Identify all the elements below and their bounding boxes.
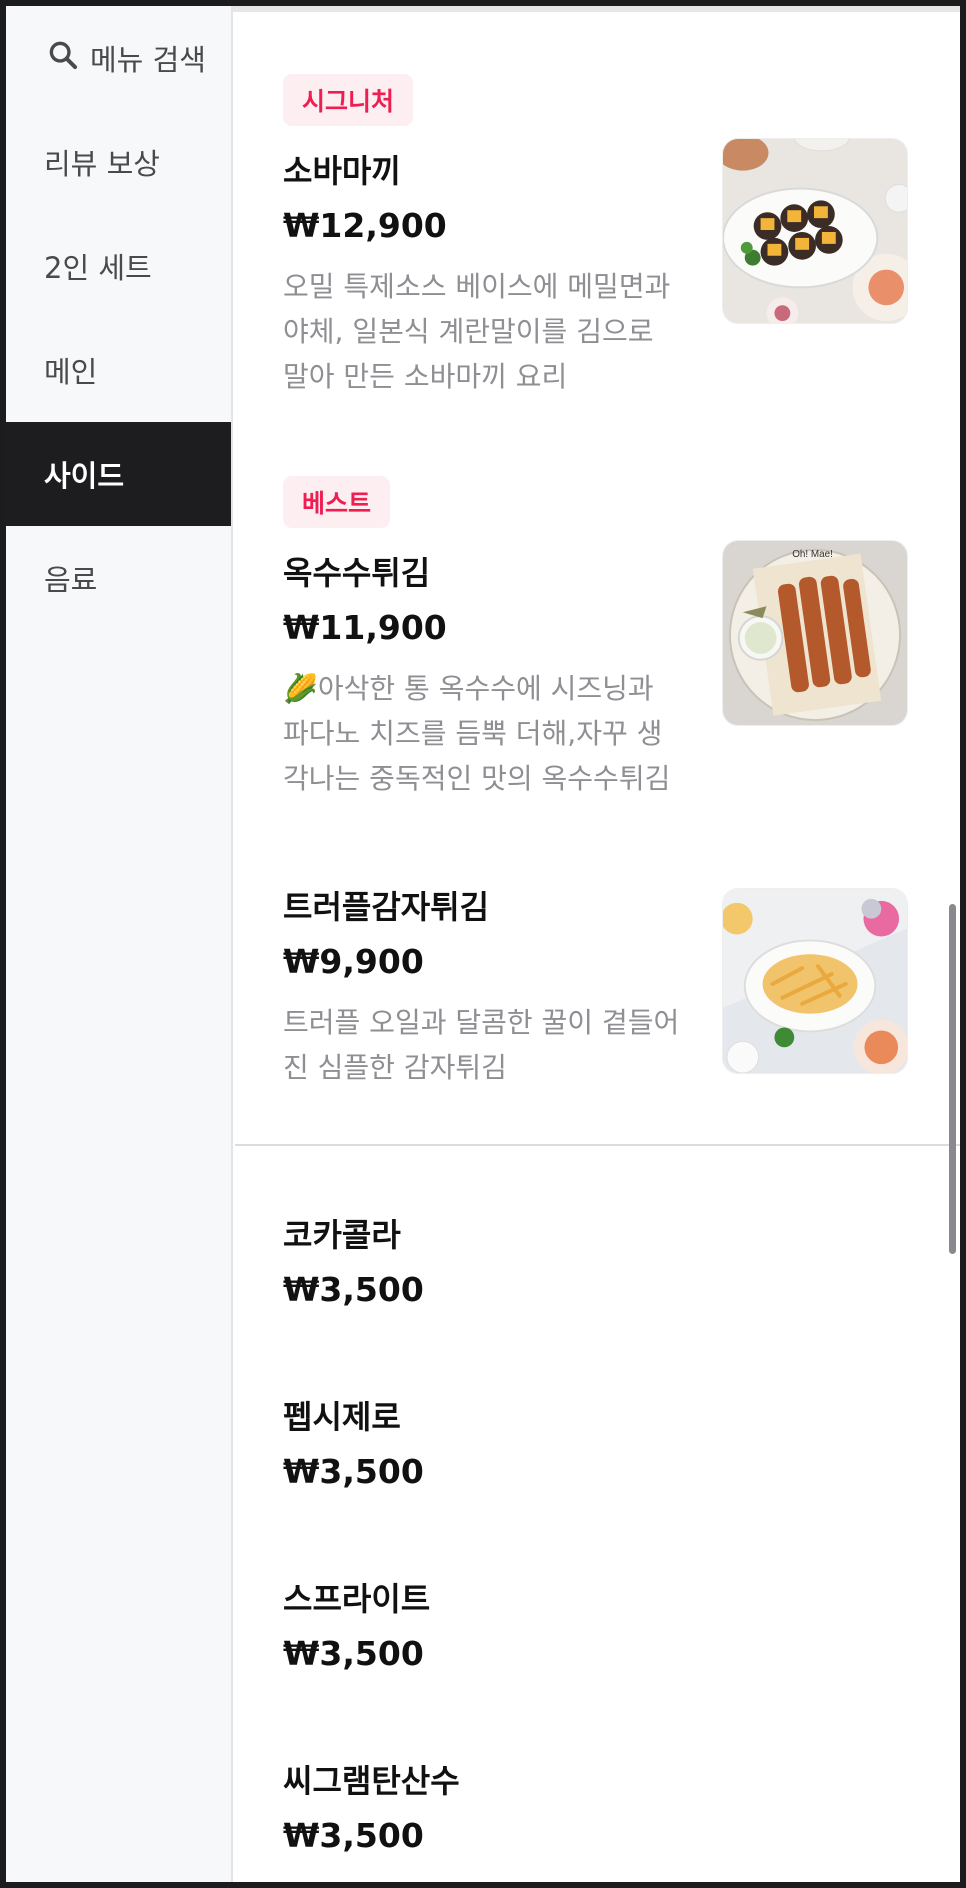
menu-item-sobamaki[interactable]: 시그니처 소바마끼 ₩12,900 오밀 특제소스 베이스에 메밀면과 야체, … [235,6,960,436]
menu-item-description: 🌽아삭한 통 옥수수에 시즈닝과 파다노 치즈를 듬뿍 더해,자꾸 생각나는 중… [283,672,671,795]
sidebar-item-label: 리뷰 보상 [44,147,160,181]
menu-item-description: 오밀 특제소스 베이스에 메밀면과 야체, 일본식 계란말이를 김으로 말아 만… [283,270,671,393]
sobamaki-photo [722,138,908,324]
search-icon [46,38,90,79]
menu-item-price: ₩12,900 [283,206,447,245]
menu-item-description: 트러플 오일과 달콤한 꿀이 곁들어진 심플한 감자튀김 [283,1006,680,1084]
sidebar-item-drinks[interactable]: 음료 [6,526,231,630]
menu-item-name: 옥수수튀김 [283,554,431,592]
section-divider [235,1144,960,1146]
scrollbar[interactable] [949,904,956,1254]
menu-item-price: ₩11,900 [283,608,447,647]
menu-item-price: ₩3,500 [283,1270,424,1309]
sidebar-item-side[interactable]: 사이드 [6,422,231,526]
menu-item-name: 트러플감자튀김 [283,888,490,926]
menu-item-coca-cola[interactable]: 코카콜라 ₩3,500 [235,1156,960,1338]
menu-item-seagram[interactable]: 씨그램탄산수 ₩3,500 [235,1702,960,1882]
menu-item-sprite[interactable]: 스프라이트 ₩3,500 [235,1520,960,1702]
truffle-fries-photo [722,888,908,1074]
menu-item-name: 펩시제로 [283,1398,401,1436]
menu-item-price: ₩3,500 [283,1816,424,1855]
app-frame: 메뉴 검색 리뷰 보상 2인 세트 메인 사이드 음료 시그니처 소바마끼 ₩1… [6,6,960,1882]
menu-item-truffle-fries[interactable]: 트러플감자튀김 ₩9,900 트러플 오일과 달콤한 꿀이 곁들어진 심플한 감… [235,836,960,1146]
sidebar-item-set-for-two[interactable]: 2인 세트 [6,214,231,318]
menu-search-button[interactable]: 메뉴 검색 [6,6,231,110]
menu-item-corn-fry[interactable]: 베스트 옥수수튀김 ₩11,900 🌽아삭한 통 옥수수에 시즈닝과 파다노 치… [235,436,960,836]
sidebar-item-label: 메인 [44,355,98,389]
best-badge: 베스트 [283,476,391,528]
menu-item-name: 소바마끼 [283,152,401,190]
svg-text:Oh! Mae!: Oh! Mae! [792,549,833,560]
menu-item-price: ₩3,500 [283,1634,424,1673]
menu-item-price: ₩9,900 [283,942,424,981]
sidebar-item-main[interactable]: 메인 [6,318,231,422]
sidebar-item-label: 사이드 [44,459,125,493]
signature-badge: 시그니처 [283,74,414,126]
menu-item-name: 씨그램탄산수 [283,1762,460,1800]
sidebar-item-label: 2인 세트 [44,251,152,285]
menu-list: 시그니처 소바마끼 ₩12,900 오밀 특제소스 베이스에 메밀면과 야체, … [235,6,960,1882]
menu-item-name: 스프라이트 [283,1580,431,1618]
menu-item-pepsi-zero[interactable]: 펩시제로 ₩3,500 [235,1338,960,1520]
sidebar-item-label: 음료 [44,563,98,597]
search-label: 메뉴 검색 [90,43,206,77]
menu-item-price: ₩3,500 [283,1452,424,1491]
corn-fry-photo: Oh! Mae! [722,540,908,726]
menu-item-name: 코카콜라 [283,1216,401,1254]
category-sidebar: 메뉴 검색 리뷰 보상 2인 세트 메인 사이드 음료 [6,6,233,1882]
sidebar-item-review-reward[interactable]: 리뷰 보상 [6,110,231,214]
